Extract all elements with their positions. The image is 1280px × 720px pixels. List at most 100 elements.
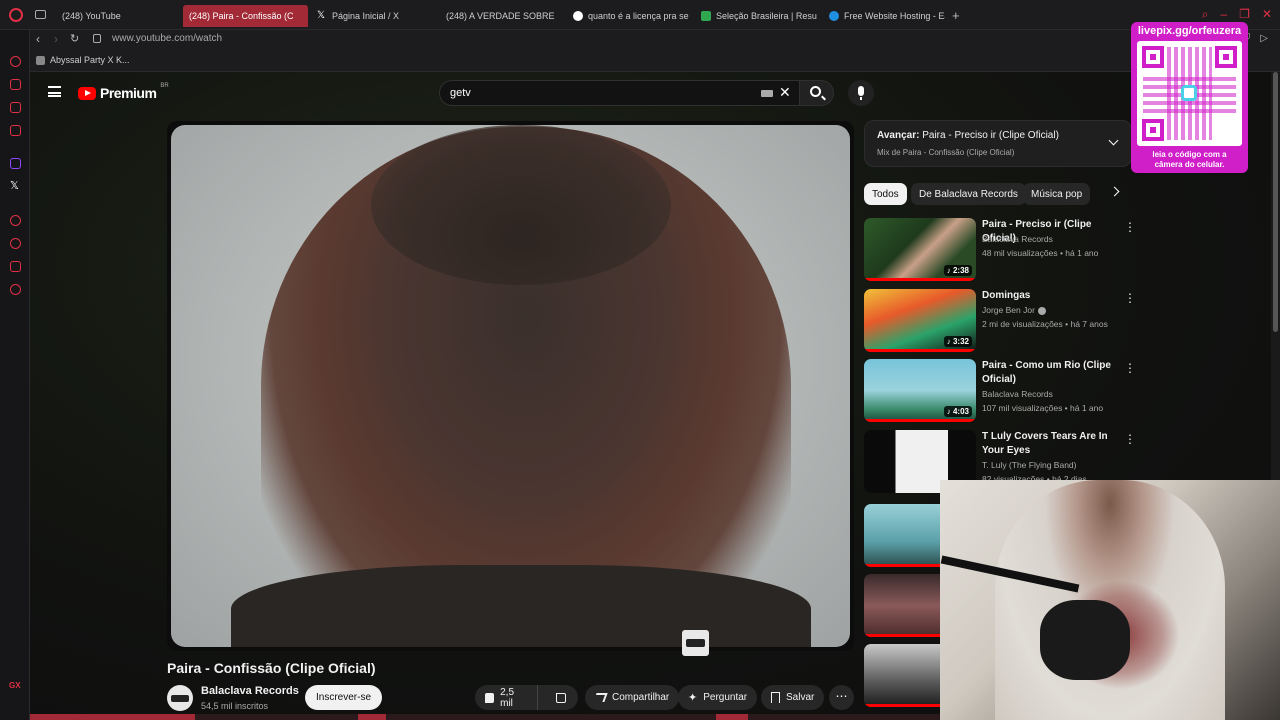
microphone-icon xyxy=(1040,600,1130,680)
video-subject-crown xyxy=(371,125,671,285)
livepix-logo-icon xyxy=(1181,85,1197,101)
recommendation-channel[interactable]: Balaclava Records xyxy=(982,234,1053,244)
tab-x-home[interactable]: 𝕏 Página Inicial / X xyxy=(311,5,436,27)
recommendation-channel[interactable]: T. Luly (The Flying Band) xyxy=(982,460,1076,470)
livepix-qr-overlay: livepix.gg/orfeuzera leia o código com a… xyxy=(1131,22,1248,173)
scrollbar-thumb[interactable] xyxy=(1273,72,1278,332)
forward-icon[interactable]: › xyxy=(54,32,58,46)
player-icon[interactable]: ▷ xyxy=(1260,33,1268,44)
news-icon[interactable] xyxy=(10,102,21,113)
recommendation-title[interactable]: Domingas xyxy=(982,289,1117,303)
search-input[interactable]: getv ✕ xyxy=(439,80,800,106)
lock-icon[interactable] xyxy=(93,34,101,43)
tab-current-video[interactable]: (248) Paira - Confissão (C xyxy=(183,5,308,27)
subscribe-button[interactable]: Inscrever-se xyxy=(305,685,383,710)
clear-search-icon[interactable]: ✕ xyxy=(779,84,791,101)
keyboard-icon[interactable] xyxy=(761,90,773,97)
save-button[interactable]: Salvar xyxy=(761,685,825,710)
video-thumbnail[interactable]: ♪ 3:32 xyxy=(864,289,976,352)
minimize-icon[interactable]: – xyxy=(1220,7,1227,22)
up-next-panel[interactable]: Avançar: Paira - Preciso ir (Clipe Ofici… xyxy=(864,120,1132,167)
youtube-premium-logo[interactable]: Premium BR xyxy=(78,83,169,101)
like-count: 2,5 mil xyxy=(500,686,515,709)
kebab-menu-icon[interactable]: ⋮ xyxy=(1124,221,1136,233)
tab-google-search[interactable]: quanto é a licença pra ser xyxy=(567,5,689,27)
tab-hosting[interactable]: Free Website Hosting - Ea xyxy=(823,5,945,27)
video-thumbnail[interactable]: ♪ 4:03 xyxy=(864,359,976,422)
search-tabs-icon[interactable]: ⌕ xyxy=(1202,7,1209,22)
recommendation-meta: 107 mil visualizações • há 1 ano xyxy=(982,403,1104,413)
like-dislike-group: 2,5 mil xyxy=(475,685,578,710)
menu-icon[interactable] xyxy=(48,86,61,97)
recommendation-item[interactable]: ♪ 2:38 Paira - Preciso ir (Clipe Oficial… xyxy=(864,218,1136,284)
video-player[interactable] xyxy=(167,121,854,651)
youtube-play-icon xyxy=(78,86,96,100)
qr-code-icon xyxy=(1137,41,1242,146)
up-next-label: Avançar: xyxy=(877,130,920,141)
history-icon[interactable] xyxy=(10,238,21,249)
tab-verdade-video[interactable]: (248) A VERDADE SOBRE xyxy=(440,5,562,27)
recommendation-channel[interactable]: Balaclava Records xyxy=(982,389,1053,399)
video-subject-shoulders xyxy=(231,565,811,647)
bookmarks-bar: Abyssal Party X K... xyxy=(30,50,1280,72)
more-actions-icon[interactable]: ⋯ xyxy=(829,685,854,710)
gmail-icon[interactable] xyxy=(10,125,21,136)
gx-control-icon[interactable] xyxy=(10,56,21,67)
x-favicon-icon: 𝕏 xyxy=(317,10,326,21)
opera-gx-logo-icon[interactable] xyxy=(9,8,23,22)
twitch-icon[interactable] xyxy=(10,158,21,169)
maximize-icon[interactable]: ❐ xyxy=(1239,7,1250,22)
new-tab-button[interactable]: + xyxy=(952,8,960,23)
subscriber-count: 54,5 mil inscritos xyxy=(201,701,269,711)
like-button[interactable]: 2,5 mil xyxy=(475,685,538,710)
recommendation-item[interactable]: ♪ 3:32 Domingas Jorge Ben Jor 2 mi de vi… xyxy=(864,289,1136,355)
search-button[interactable] xyxy=(800,80,834,106)
back-icon[interactable]: ‹ xyxy=(36,32,40,46)
video-duration: ♪ 3:32 xyxy=(943,336,972,347)
chip-all[interactable]: Todos xyxy=(864,183,907,205)
player-sidebar-icon[interactable] xyxy=(10,215,21,226)
share-button[interactable]: Compartilhar xyxy=(585,685,680,710)
watch-progress-bar xyxy=(864,349,976,352)
bookmark-item[interactable]: Abyssal Party X K... xyxy=(36,55,130,65)
ge-favicon-icon xyxy=(701,11,711,21)
chevron-down-icon[interactable] xyxy=(1108,135,1119,146)
video-duration: ♪ 2:38 xyxy=(943,265,972,276)
channel-avatar[interactable] xyxy=(167,685,193,711)
voice-search-button[interactable] xyxy=(848,80,874,106)
microphone-icon xyxy=(858,86,864,100)
close-window-icon[interactable]: ✕ xyxy=(1262,7,1272,22)
ask-button[interactable]: ✦ Perguntar xyxy=(678,685,758,710)
verified-icon xyxy=(1037,306,1046,315)
kebab-menu-icon[interactable]: ⋮ xyxy=(1124,292,1136,304)
recommendation-meta: 2 mi de visualizações • há 7 anos xyxy=(982,319,1108,329)
recommendation-meta: 48 mil visualizações • há 1 ano xyxy=(982,248,1099,258)
tab-selecao[interactable]: Seleção Brasileira | Result xyxy=(695,5,817,27)
channel-name[interactable]: Balaclava Records xyxy=(201,685,299,697)
dislike-button[interactable] xyxy=(544,685,578,710)
gx-label-icon[interactable]: GX xyxy=(9,681,21,690)
up-next-title: Paira - Preciso ir (Clipe Oficial) xyxy=(922,130,1059,141)
bottom-edge-strip xyxy=(30,714,940,720)
tab-menu-icon[interactable] xyxy=(35,10,46,19)
address-bar: ‹ › ↻ www.youtube.com/watch ⊙ ▢ ⛉ ▷ xyxy=(30,30,1280,50)
kebab-menu-icon[interactable]: ⋮ xyxy=(1124,433,1136,445)
gx-corner-icon[interactable] xyxy=(10,79,21,90)
x-sidebar-icon[interactable]: 𝕏 xyxy=(10,179,19,192)
reload-icon[interactable]: ↻ xyxy=(70,32,79,45)
video-thumbnail[interactable]: ♪ 2:38 xyxy=(864,218,976,281)
recommendation-channel[interactable]: Jorge Ben Jor xyxy=(982,305,1046,315)
channel-watermark-icon[interactable] xyxy=(682,630,709,656)
thumbs-up-icon xyxy=(485,692,495,703)
kebab-menu-icon[interactable]: ⋮ xyxy=(1124,362,1136,374)
recommendation-item[interactable]: ♪ 4:03 Paira - Como um Rio (Clipe Oficia… xyxy=(864,359,1136,425)
recommendation-title[interactable]: Paira - Como um Rio (Clipe Oficial) xyxy=(982,359,1117,387)
tab-youtube-home[interactable]: (248) YouTube xyxy=(56,5,178,27)
chip-pop[interactable]: Música pop xyxy=(1023,183,1091,205)
settings-icon[interactable] xyxy=(10,284,21,295)
extensions-icon[interactable] xyxy=(10,261,21,272)
url-field[interactable]: www.youtube.com/watch xyxy=(112,33,222,44)
recommendation-title[interactable]: T Luly Covers Tears Are In Your Eyes xyxy=(982,430,1117,458)
search-value: getv xyxy=(450,87,471,99)
chip-balaclava[interactable]: De Balaclava Records xyxy=(911,183,1026,205)
